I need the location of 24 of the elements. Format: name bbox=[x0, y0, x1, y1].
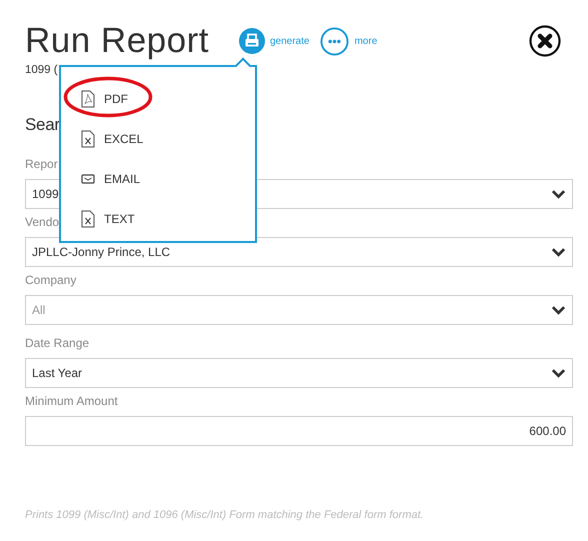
section-heading: Sear bbox=[25, 115, 60, 136]
dropdown-field[interactable]: Last Year bbox=[25, 358, 573, 388]
report-subtitle: 1099 ( bbox=[25, 64, 58, 78]
chevron-down-icon bbox=[551, 189, 566, 199]
chevron-down-icon bbox=[551, 368, 566, 378]
printer-icon[interactable] bbox=[238, 28, 265, 54]
chevron-down-icon bbox=[551, 247, 566, 257]
menu-item[interactable]: EXCEL bbox=[61, 119, 255, 159]
pdf-file-icon bbox=[81, 90, 95, 108]
field-label: Company bbox=[25, 273, 76, 288]
footer-note: Prints 1099 (Misc/Int) and 1096 (Misc/Int) Form matching the Federal form format. bbox=[25, 509, 425, 521]
field-label: Vendo bbox=[25, 215, 60, 230]
chevron-down-icon bbox=[551, 305, 566, 315]
close-icon[interactable] bbox=[529, 25, 561, 57]
page-title: Run Report bbox=[25, 21, 209, 61]
more-icon[interactable] bbox=[320, 26, 350, 56]
dropdown-field[interactable]: JPLLC-Jonny Prince, LLC bbox=[25, 237, 573, 267]
field-label: Minimum Amount bbox=[25, 394, 118, 409]
text-file-icon bbox=[81, 210, 95, 228]
spreadsheet-file-icon bbox=[81, 130, 95, 148]
field-label: Date Range bbox=[25, 336, 90, 351]
field-label: Repor bbox=[25, 157, 58, 172]
amount-input[interactable]: 600.00 bbox=[25, 416, 573, 446]
menu-item[interactable]: PDF bbox=[61, 79, 255, 119]
